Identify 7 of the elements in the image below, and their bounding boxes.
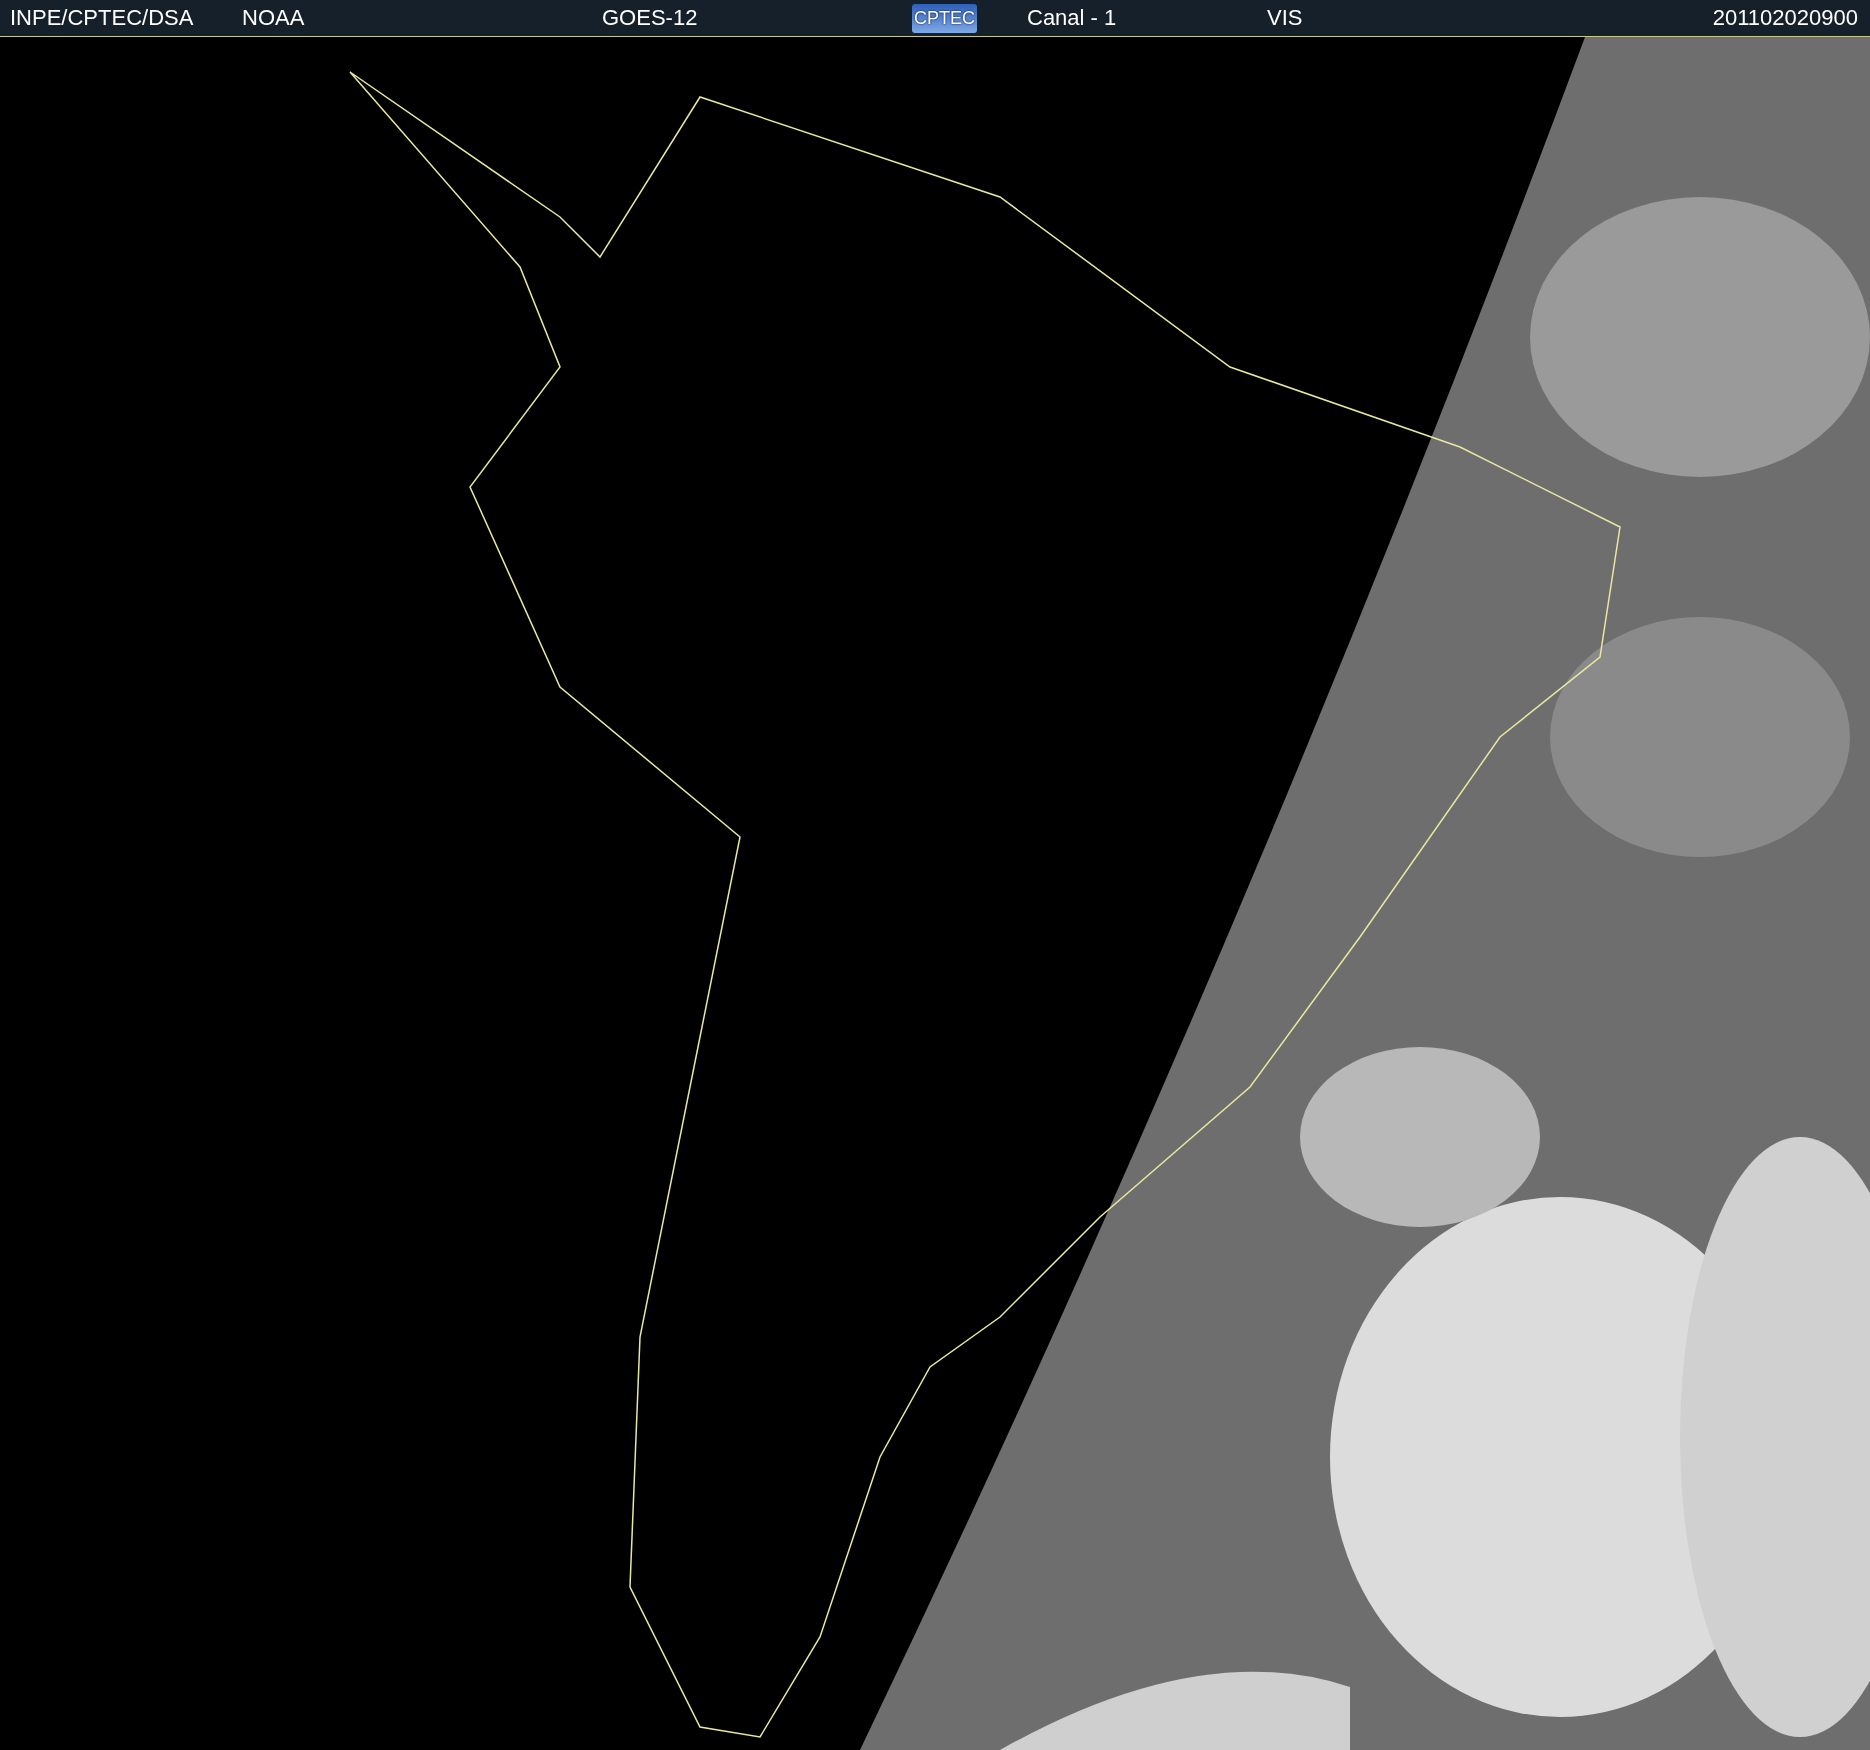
header-label: GOES-12 — [602, 5, 698, 31]
header-label: VIS — [1267, 5, 1303, 31]
header-label: INPE/CPTEC/DSA — [10, 5, 194, 31]
header-label: NOAA — [242, 5, 305, 31]
logo: CPTEC — [912, 3, 977, 33]
header-label: Canal - 1 — [1027, 5, 1117, 31]
header-label: 201102020900 — [1712, 5, 1858, 31]
